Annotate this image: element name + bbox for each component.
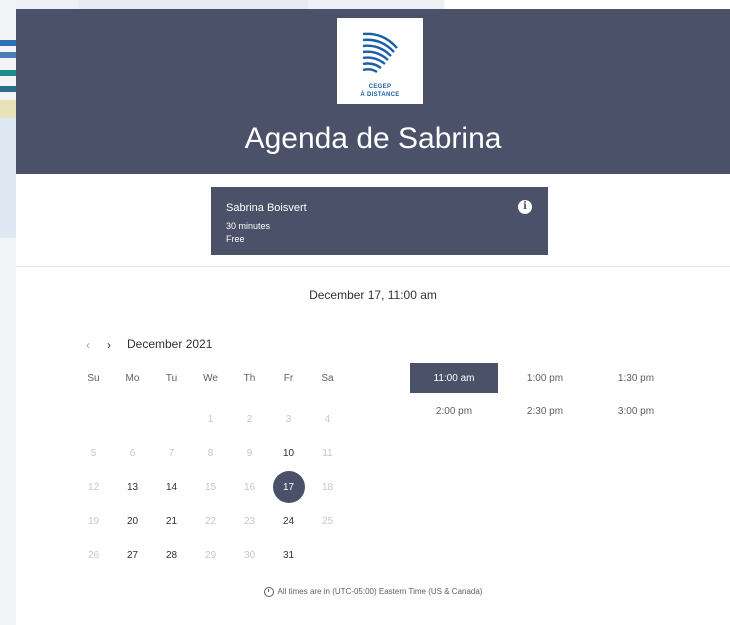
weekday-header: Fr [283,372,294,384]
weekday-header: Th [243,372,256,384]
service-duration: 30 minutes [226,221,271,231]
timezone-note: All times are in (UTC-05:00) Eastern Tim… [16,587,730,597]
calendar-empty-cell [308,538,347,572]
service-price: Free [226,234,245,244]
section-divider [16,266,730,267]
calendar-day: 3 [285,413,292,425]
clock-icon [263,587,274,597]
background-top-sliver [16,0,730,9]
previous-month-button[interactable]: ‹ [86,338,90,352]
calendar-day: 26 [87,549,100,561]
weekday-header: Sa [321,372,334,384]
logo-text-line1: CEGEP [368,84,392,90]
calendar-day[interactable]: 27 [113,538,152,572]
calendar-day: 16 [243,481,256,493]
background-decoration [0,40,16,46]
time-slot[interactable]: 1:00 pm [501,363,589,393]
calendar-grid: Su Mo Tu We Th Fr Sa 1 2 3 4 5 6 7 8 9 10 11 12 13 14 15 16 17 1… [74,368,347,572]
selected-datetime-label: December 17, 11:00 am [309,288,437,302]
logo-text-line2: À DISTANCE [360,92,400,98]
time-slot[interactable]: 1:30 pm [592,363,680,393]
calendar-day: 12 [87,481,100,493]
calendar-day: 9 [246,447,253,459]
calendar-day: 1 [207,413,214,425]
calendar-day[interactable]: 10 [269,436,308,470]
background-decoration [78,0,308,9]
weekday-header: Tu [165,372,178,384]
calendar-day[interactable]: 31 [269,538,308,572]
calendar-month-label: December 2021 [127,337,213,351]
calendar-day: 11 [322,447,333,459]
background-decoration [0,118,16,238]
calendar-day[interactable]: 24 [269,504,308,538]
time-slot[interactable]: 2:30 pm [501,396,589,426]
calendar-day: 7 [168,447,175,459]
background-decoration [0,100,16,118]
weekday-header: We [203,372,218,384]
calendar-day[interactable]: 28 [152,538,191,572]
calendar-day[interactable]: 20 [113,504,152,538]
calendar-day[interactable]: 13 [113,470,152,504]
calendar-day-selected[interactable]: 17 [269,470,308,504]
page-title: Agenda de Sabrina [244,122,502,155]
calendar-day: 29 [204,549,217,561]
calendar-day: 15 [204,481,217,493]
time-slot[interactable]: 2:00 pm [410,396,498,426]
calendar-day: 18 [321,481,334,493]
calendar-empty-cell [113,402,152,436]
calendar-day[interactable]: 14 [152,470,191,504]
info-icon[interactable]: i [518,200,532,214]
next-month-button[interactable]: › [107,338,111,352]
booking-header: CEGEP À DISTANCE Agenda de Sabrina [16,9,730,174]
calendar-day: 22 [204,515,217,527]
service-info-card: Sabrina Boisvert 30 minutes Free i [211,187,548,255]
background-page-strip [0,0,16,625]
calendar-day: 8 [207,447,214,459]
organization-logo: CEGEP À DISTANCE [337,18,423,104]
time-slot[interactable]: 3:00 pm [592,396,680,426]
calendar-day: 6 [129,447,136,459]
background-decoration [0,86,16,92]
calendar-day[interactable]: 21 [152,504,191,538]
time-slot-list: 11:00 am 1:00 pm 1:30 pm 2:00 pm 2:30 pm 3:00… [410,363,683,429]
staff-name: Sabrina Boisvert [226,202,307,214]
background-decoration [0,70,16,76]
calendar-day: 2 [246,413,253,425]
time-slot-selected[interactable]: 11:00 am [410,363,498,393]
timezone-text: All times are in (UTC-05:00) Eastern Tim… [277,587,483,597]
calendar-day: 23 [243,515,256,527]
calendar-day: 25 [321,515,334,527]
background-decoration [0,52,16,58]
weekday-header: Mo [125,372,140,384]
calendar-day: 30 [243,549,256,561]
calendar-day: 19 [87,515,100,527]
calendar-empty-cell [152,402,191,436]
calendar-day: 5 [90,447,97,459]
calendar-empty-cell [74,402,113,436]
weekday-header: Su [87,372,100,384]
calendar-day: 4 [324,413,331,425]
